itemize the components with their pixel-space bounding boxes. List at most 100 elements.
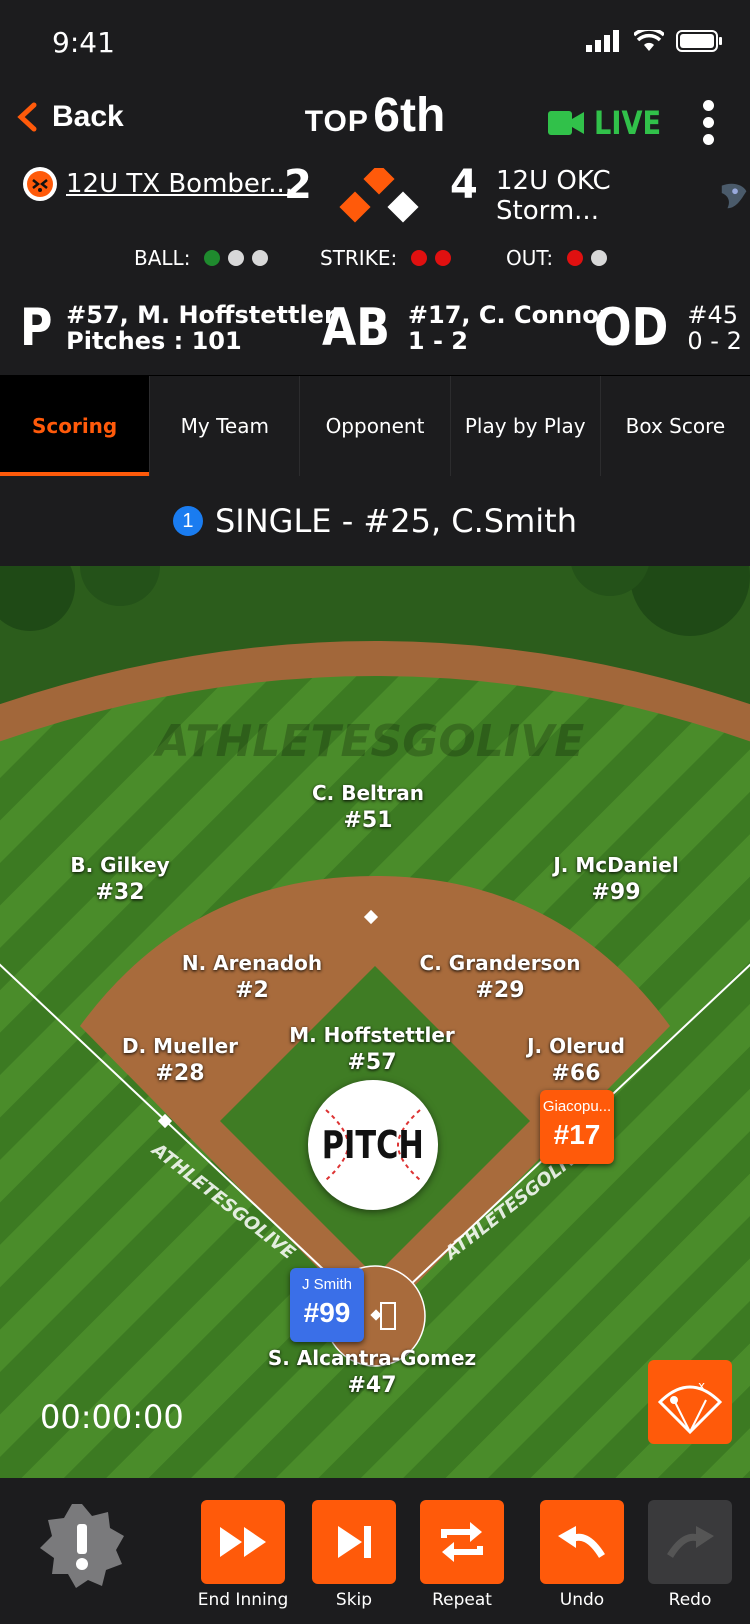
- end-inning-button[interactable]: [201, 1500, 285, 1584]
- strike-count: STRIKE:: [320, 246, 452, 270]
- fielder-center-field[interactable]: C. Beltran #51: [312, 780, 424, 834]
- fielder-number: #99: [591, 880, 641, 905]
- batter-record: 1 - 2: [407, 327, 468, 355]
- home-team[interactable]: 12U TX Bomber...: [22, 166, 293, 202]
- home-team-score: 2: [284, 162, 312, 208]
- strike-dot: [435, 250, 452, 266]
- repeat-button[interactable]: [420, 1500, 504, 1584]
- ondeck-letter: OD: [594, 298, 669, 358]
- out-count: OUT:: [506, 246, 608, 270]
- runner-number: #99: [303, 1297, 351, 1328]
- tab-box-score[interactable]: Box Score: [601, 376, 750, 476]
- battery-icon: [676, 30, 722, 52]
- game-timer: 00:00:00: [40, 1398, 184, 1436]
- away-team[interactable]: 12U OKC Storm...: [496, 166, 750, 226]
- tab-opponent[interactable]: Opponent: [300, 376, 451, 476]
- wifi-icon: [634, 30, 664, 51]
- fast-forward-icon: [220, 1527, 266, 1557]
- out-dot: [591, 250, 608, 266]
- pitcher-letter: P: [20, 298, 53, 358]
- fielder-shortstop[interactable]: N. Arenadoh #2: [182, 950, 322, 1004]
- live-indicator[interactable]: LIVE: [548, 104, 673, 142]
- field-view-button[interactable]: x: [648, 1360, 732, 1444]
- last-play-banner: 1 SINGLE - #25, C.Smith: [0, 476, 750, 566]
- tab-bar: Scoring My Team Opponent Play by Play Bo…: [0, 376, 750, 476]
- signal-icon: [586, 30, 619, 52]
- svg-text:x: x: [698, 1379, 705, 1393]
- batter-name: #17, C. Connor: [407, 301, 611, 329]
- away-team-score: 4: [450, 162, 478, 208]
- skip-button[interactable]: [312, 1500, 396, 1584]
- repeat-label: Repeat: [432, 1590, 492, 1610]
- fielder-catcher[interactable]: S. Alcantra-Gomez #47: [268, 1345, 476, 1399]
- redo-button[interactable]: [648, 1500, 732, 1584]
- repeat-icon: [441, 1522, 483, 1562]
- ball-dot: [228, 250, 245, 266]
- more-menu-button[interactable]: [702, 100, 714, 151]
- alert-badge-icon: [40, 1504, 124, 1588]
- pitch-button[interactable]: PITCH: [308, 1080, 438, 1210]
- tab-scoring[interactable]: Scoring: [0, 376, 151, 476]
- ondeck-name: #45: [687, 301, 739, 329]
- fielder-second-base[interactable]: C. Granderson #29: [420, 950, 581, 1004]
- fielder-name: D. Mueller: [121, 1034, 239, 1058]
- tab-my-team[interactable]: My Team: [150, 376, 301, 476]
- fielder-number: #51: [343, 808, 393, 833]
- fielder-left-field[interactable]: B. Gilkey #32: [70, 852, 169, 906]
- pitcher-pitches: Pitches : 101: [66, 327, 242, 355]
- undo-button[interactable]: [540, 1500, 624, 1584]
- ball-dot: [204, 250, 221, 266]
- ball-dot: [252, 250, 269, 266]
- fielder-third-base[interactable]: D. Mueller #28: [122, 1033, 238, 1087]
- fielder-first-base[interactable]: J. Olerud #66: [527, 1033, 625, 1087]
- bases-diamond: [339, 168, 419, 223]
- watermark-text: ATHLETESGOLIVE: [153, 716, 585, 767]
- alert-button[interactable]: [38, 1502, 126, 1595]
- batter-letter: AB: [322, 298, 390, 358]
- fielder-number: #32: [95, 880, 145, 905]
- status-icons: [586, 30, 722, 52]
- fielder-name: N. Arenadoh: [181, 951, 323, 975]
- fielder-name: C. Granderson: [419, 951, 581, 975]
- runner-number: #17: [553, 1119, 601, 1150]
- strike-label: STRIKE:: [320, 246, 398, 270]
- ondeck-record: 0 - 2: [687, 327, 742, 355]
- last-play-text: SINGLE - #25, C.Smith: [214, 502, 577, 540]
- field-diagram-icon: x: [657, 1379, 723, 1435]
- runner-batter[interactable]: J Smith #99: [290, 1268, 364, 1342]
- fielder-right-field[interactable]: J. McDaniel #99: [553, 852, 678, 906]
- fielder-name: M. Hoffstettler: [289, 1023, 455, 1047]
- fielder-number: #66: [551, 1061, 601, 1086]
- undo-label: Undo: [559, 1590, 605, 1610]
- fielder-pitcher[interactable]: M. Hoffstettler #57: [289, 1022, 455, 1076]
- ondeck-info[interactable]: OD #45 0 - 2: [594, 298, 742, 358]
- pitcher-name: #57, M. Hoffstettler: [66, 301, 336, 329]
- undo-icon: [558, 1526, 605, 1558]
- live-label: LIVE: [594, 104, 662, 142]
- away-team-name: 12U OKC Storm...: [496, 166, 611, 226]
- fielder-name: C. Beltran: [311, 781, 425, 805]
- fielder-number: #28: [155, 1061, 205, 1086]
- fielder-name: B. Gilkey: [70, 853, 170, 877]
- runner-name: J Smith: [301, 1276, 352, 1293]
- fielder-number: #29: [475, 978, 525, 1003]
- skip-label: Skip: [335, 1590, 373, 1610]
- end-inning-label: End Inning: [197, 1590, 289, 1610]
- video-camera-icon: [548, 111, 584, 135]
- fielder-number: #47: [347, 1373, 397, 1398]
- tiger-logo-icon: [23, 167, 57, 201]
- status-time: 9:41: [52, 26, 115, 59]
- redo-icon: [667, 1526, 714, 1558]
- ball-count: BALL:: [134, 246, 269, 270]
- ball-label: BALL:: [134, 246, 191, 270]
- home-team-name: 12U TX Bomber...: [66, 169, 294, 199]
- out-label: OUT:: [506, 246, 554, 270]
- pitcher-info[interactable]: P #57, M. Hoffstettler Pitches : 101: [20, 298, 336, 358]
- strike-dot: [411, 250, 428, 266]
- batter-info[interactable]: AB #17, C. Connor 1 - 2: [322, 298, 611, 358]
- runner-first-base[interactable]: Giacopu... #17: [540, 1090, 614, 1164]
- fielder-number: #2: [235, 978, 269, 1003]
- skip-next-icon: [338, 1526, 371, 1558]
- tab-play-by-play[interactable]: Play by Play: [451, 376, 601, 476]
- out-dot: [567, 250, 584, 266]
